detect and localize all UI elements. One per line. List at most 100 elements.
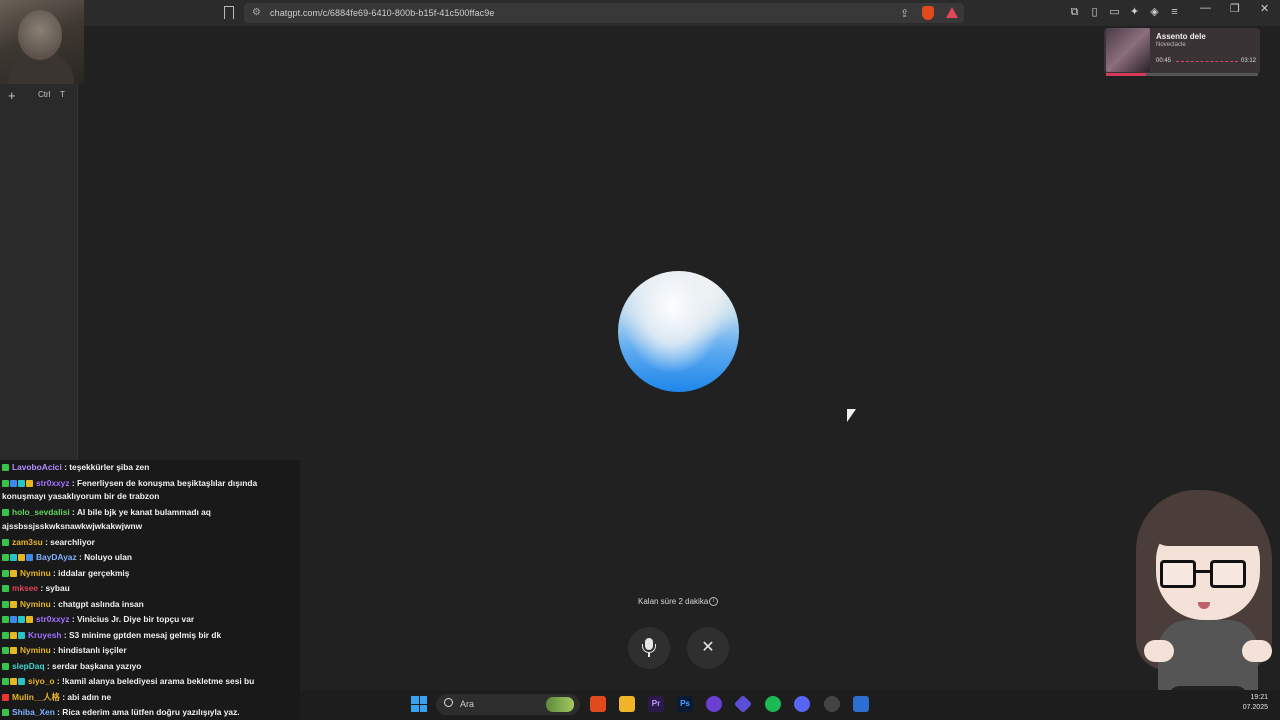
chat-badge-icon (18, 616, 25, 623)
site-info-icon[interactable]: ⚙ (252, 7, 264, 19)
chat-text: : sybau (40, 583, 70, 593)
new-tab-button[interactable]: + (8, 88, 16, 103)
track-title: Assento deIe (1156, 32, 1206, 41)
chat-username: Shiba_Xen (12, 707, 55, 717)
chat-badge-icon (10, 678, 17, 685)
chat-message: Nyminu : chatgpt aslında insan (2, 599, 144, 609)
chat-badge-icon (26, 480, 33, 487)
close-window-icon[interactable]: ✕ (1260, 2, 1269, 15)
search-icon (444, 698, 453, 707)
start-menu-icon[interactable] (411, 696, 427, 712)
browser-toolbar: ⚙ chatgpt.com/c/6884fe69-6410-800b-b15f-… (0, 0, 1280, 26)
spotify-icon[interactable] (765, 696, 781, 712)
chat-badge-icon (26, 616, 33, 623)
chat-username: BayDAyaz (36, 552, 77, 562)
chat-text: : iddalar gerçekmiş (53, 568, 130, 578)
track-total: 03:12 (1240, 58, 1256, 64)
end-voice-button[interactable]: ✕ (687, 627, 729, 669)
chat-text: konuşmayı yasaklıyorum bir de trabzon (2, 491, 160, 501)
close-icon: ✕ (701, 639, 715, 656)
chat-message: konuşmayı yasaklıyorum bir de trabzon (2, 491, 159, 501)
chat-text: : serdar başkana yazıyo (46, 661, 142, 671)
taskbar-clock[interactable]: 19:21 07.2025 (1238, 694, 1268, 711)
url-text: chatgpt.com/c/6884fe69-6410-800b-b15f-41… (270, 8, 495, 18)
leo-ai-icon[interactable]: ✦ (1128, 6, 1141, 19)
chat-message: str0xxyz : Fenerliysen de konuşma beşikt… (2, 478, 257, 488)
chat-username: mksee (12, 583, 39, 593)
microphone-button[interactable] (628, 627, 670, 669)
chat-badge-icon (18, 678, 25, 685)
taskbar-search[interactable]: Ara (436, 694, 580, 715)
chat-message: Nyminu : hindistanlı işçiler (2, 645, 127, 655)
chat-badge-icon (2, 570, 9, 577)
chat-username: zam3su (12, 537, 43, 547)
chat-text: ajssbssjsskwksnawkwjwkakwjwnw (2, 521, 143, 531)
remaining-time-text: Kalan süre 2 dakika (638, 597, 709, 606)
track-elapsed: 00:45 (1156, 58, 1172, 64)
address-bar[interactable]: ⚙ chatgpt.com/c/6884fe69-6410-800b-b15f-… (244, 3, 964, 23)
shortcut-key-t: T (60, 90, 65, 99)
chat-message: BayDAyaz : Noluyo ulan (2, 552, 132, 562)
chat-message: holo_sevdalisi : AI bile bjk ye kanat bu… (2, 507, 211, 517)
chat-message: Nyminu : iddalar gerçekmiş (2, 568, 129, 578)
chat-text: : Noluyo ulan (78, 552, 133, 562)
brave-browser-icon[interactable] (590, 696, 606, 712)
chat-message: mksee : sybau (2, 583, 70, 593)
share-icon[interactable]: ⇪ (900, 7, 909, 20)
chat-badge-icon (10, 616, 17, 623)
chat-username: Mulin__人格 (12, 692, 60, 702)
chat-badge-icon (18, 480, 25, 487)
vtuber-avatar (1128, 490, 1280, 720)
chat-badge-icon (10, 601, 17, 608)
file-explorer-icon[interactable] (619, 696, 635, 712)
shortcut-key-ctrl: Ctrl (38, 90, 51, 99)
menu-icon[interactable]: ≡ (1168, 6, 1181, 19)
chat-username: Nyminu (20, 599, 51, 609)
chat-username: Kruyesh (28, 630, 62, 640)
chat-badge-icon (2, 647, 9, 654)
album-cover (1106, 28, 1150, 72)
search-highlight-image (546, 697, 574, 712)
wallet-icon[interactable]: ▭ (1108, 6, 1121, 19)
extensions-icon[interactable]: ⧉ (1068, 6, 1081, 19)
chat-badge-icon (2, 554, 9, 561)
chat-username: slepDaq (12, 661, 45, 671)
discord-icon[interactable] (794, 696, 810, 712)
photoshop-icon[interactable]: Ps (677, 696, 693, 712)
chat-badge-icon (26, 554, 33, 561)
waveform (1176, 61, 1238, 63)
sidebar-toggle-icon[interactable]: ▯ (1088, 6, 1101, 19)
chat-message: ajssbssjsskwksnawkwjwkakwjwnw (2, 521, 142, 531)
chat-message: Mulin__人格 : abi adın ne (2, 692, 111, 702)
brave-shields-icon[interactable] (922, 6, 934, 20)
screen: ⚙ chatgpt.com/c/6884fe69-6410-800b-b15f-… (0, 0, 1280, 720)
restore-icon[interactable]: ❐ (1230, 2, 1240, 15)
vpn-icon[interactable]: ◈ (1148, 6, 1161, 19)
premiere-pro-icon[interactable]: Pr (648, 696, 664, 712)
minimize-icon[interactable]: — (1200, 2, 1211, 14)
chat-username: Nyminu (20, 645, 51, 655)
chat-username: str0xxyz (36, 614, 70, 624)
chat-badge-icon (18, 632, 25, 639)
chat-message: siyo_o : !kamil alanya belediyesi arama … (2, 676, 254, 686)
brave-rewards-icon[interactable] (946, 7, 958, 18)
chat-badge-icon (2, 694, 9, 701)
chat-username: str0xxyz (36, 478, 70, 488)
app-blue-icon[interactable] (853, 696, 869, 712)
chat-badge-icon (10, 647, 17, 654)
info-icon[interactable]: i (709, 597, 718, 606)
chat-badge-icon (2, 632, 9, 639)
chat-message: LavoboAcici : teşekkürler şiba zen (2, 462, 149, 472)
chat-badge-icon (2, 663, 9, 670)
chat-username: Nyminu (20, 568, 51, 578)
taskbar-search-label: Ara (460, 699, 475, 709)
chat-message: Kruyesh : S3 minime gptden mesaj gelmiş … (2, 630, 221, 640)
app-purple-icon[interactable] (706, 696, 722, 712)
clock-date: 07.2025 (1242, 704, 1268, 711)
app-circle-icon[interactable] (824, 696, 840, 712)
bookmark-icon[interactable] (224, 6, 234, 19)
music-widget: Assento deIe Novectacle 00:45 03:12 (1104, 28, 1260, 76)
chat-message: Shiba_Xen : Rica ederim ama lütfen doğru… (2, 707, 240, 717)
chat-badge-icon (2, 585, 9, 592)
track-progress-fill (1106, 73, 1146, 76)
